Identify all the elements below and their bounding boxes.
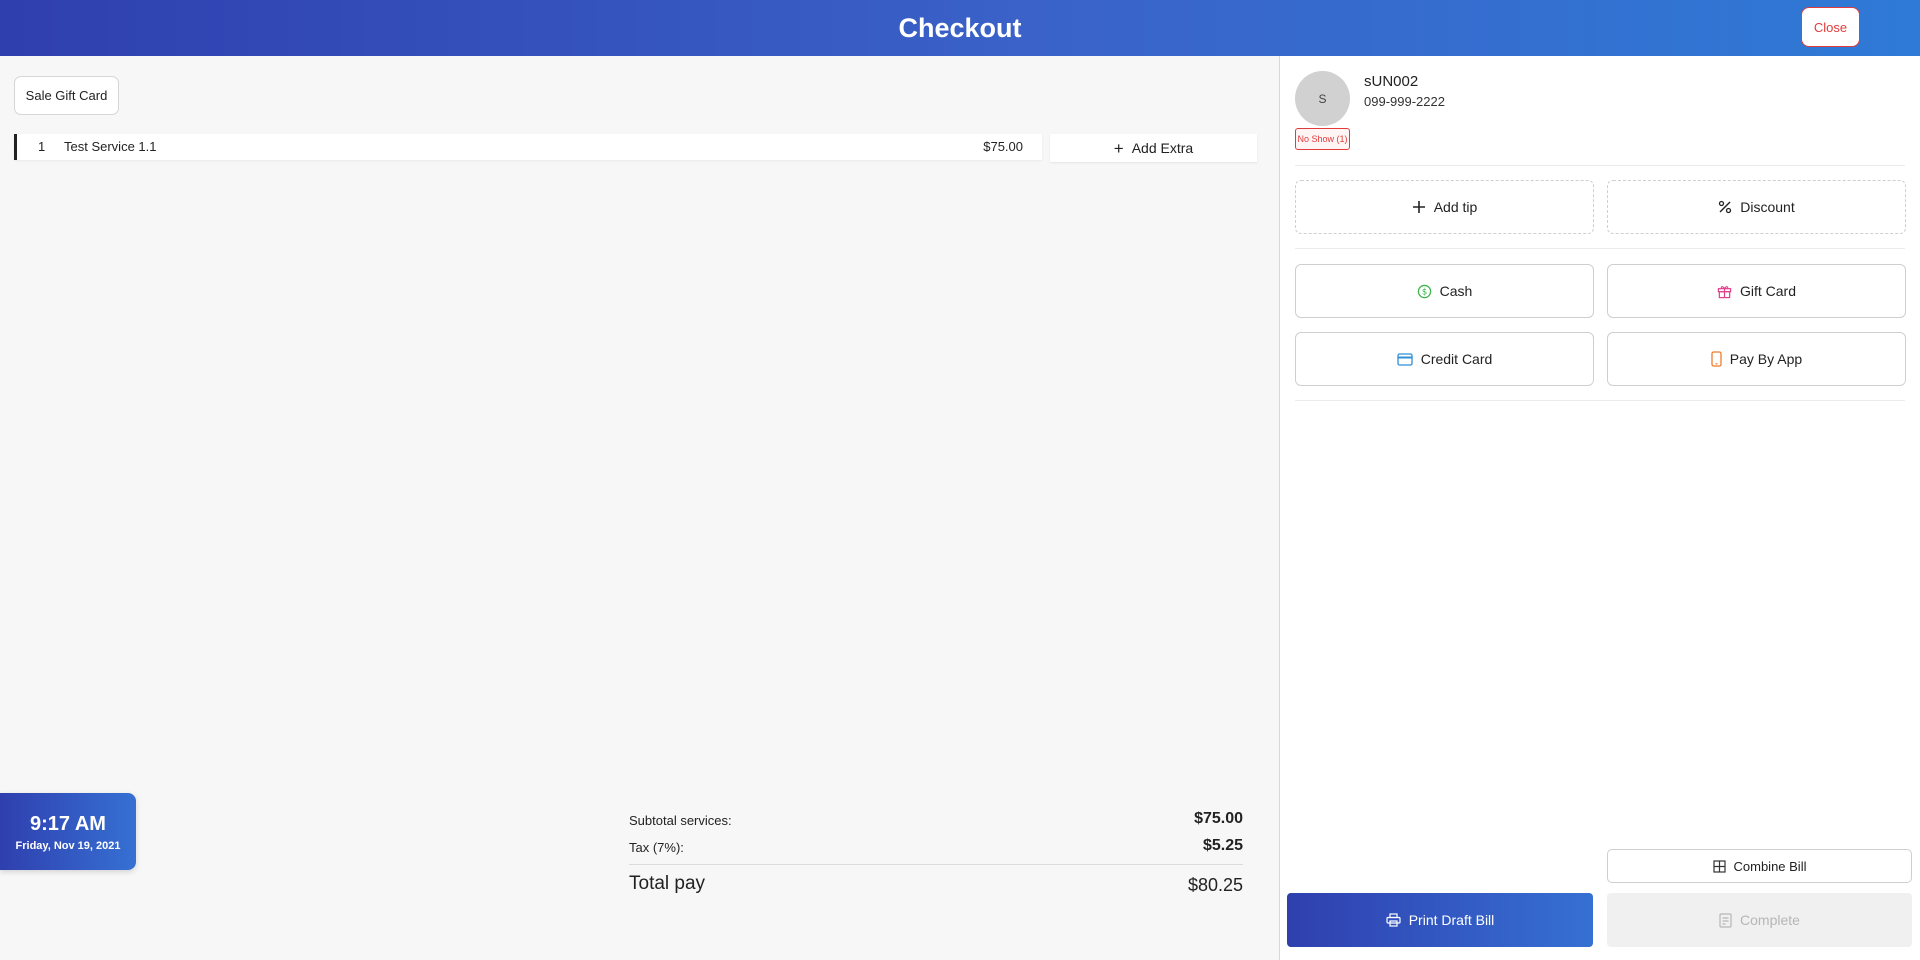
plus-icon: + [1113,138,1124,158]
divider [1295,248,1905,249]
cash-label: Cash [1439,283,1473,299]
gift-icon [1717,284,1732,299]
credit-card-button[interactable]: Credit Card [1295,332,1594,386]
gift-card-button[interactable]: Gift Card [1607,264,1906,318]
tax-value: $5.25 [1202,837,1243,854]
tax-label: Tax (7%): [629,840,684,855]
close-button[interactable]: Close [1801,7,1860,47]
add-extra-label: Add Extra [1131,140,1194,156]
sale-gift-card-button[interactable]: Sale Gift Card [14,76,119,115]
combine-bill-label: Combine Bill [1733,858,1807,874]
combine-bill-button[interactable]: Combine Bill [1607,849,1912,883]
payment-panel: S sUN002 099-999-2222 No Show (1) Add ti… [1279,56,1920,960]
gift-card-label: Gift Card [1739,283,1796,299]
header-bar: Checkout Close [0,0,1920,56]
subtotal-value: $75.00 [1194,810,1243,827]
divider [1295,165,1905,166]
receipt-icon [1719,912,1732,928]
no-show-badge: No Show (1) [1295,128,1350,150]
subtotal-row: Subtotal services: $75.00 [629,808,1243,835]
cash-icon: $ [1417,284,1432,299]
add-tip-label: Add tip [1433,199,1478,215]
clock-date: Friday, Nov 19, 2021 [15,840,121,852]
discount-label: Discount [1740,199,1795,215]
tax-row: Tax (7%): $5.25 [629,835,1243,862]
print-draft-bill-button[interactable]: Print Draft Bill [1287,893,1593,947]
total-value: $80.25 [1187,875,1243,895]
total-label: Total pay [629,873,706,894]
avatar: S [1295,71,1350,126]
phone-icon [1711,351,1722,367]
print-draft-bill-label: Print Draft Bill [1408,912,1495,928]
credit-card-icon [1397,352,1413,366]
cash-button[interactable]: $ Cash [1295,264,1594,318]
service-name: Test Service 1.1 [64,139,157,154]
printer-icon [1386,913,1401,927]
grid-icon [1712,859,1726,873]
complete-label: Complete [1740,912,1800,928]
service-price: $75.00 [983,139,1023,154]
customer-phone: 099-999-2222 [1364,94,1445,109]
pay-by-app-label: Pay By App [1729,351,1803,367]
discount-button[interactable]: Discount [1607,180,1906,234]
service-index: 1 [38,139,46,154]
divider [1295,400,1905,401]
bill-area: Sale Gift Card 1 Test Service 1.1 $75.00… [0,56,1279,960]
pay-by-app-button[interactable]: Pay By App [1607,332,1906,386]
plus-icon [1412,200,1426,214]
total-row: Total pay $80.25 [629,865,1243,901]
add-extra-button[interactable]: + Add Extra [1050,134,1257,162]
customer-name: sUN002 [1364,73,1419,90]
svg-text:$: $ [1421,286,1426,296]
credit-card-label: Credit Card [1420,351,1493,367]
percent-icon [1718,200,1732,214]
clock-time: 9:17 AM [30,813,106,835]
add-tip-button[interactable]: Add tip [1295,180,1594,234]
totals-panel: Subtotal services: $75.00 Tax (7%): $5.2… [629,808,1243,901]
page-title: Checkout [898,13,1022,43]
subtotal-label: Subtotal services: [629,813,732,828]
service-row[interactable]: 1 Test Service 1.1 $75.00 [14,134,1042,160]
clock-widget: 9:17 AM Friday, Nov 19, 2021 [0,793,136,870]
complete-button[interactable]: Complete [1607,893,1912,947]
